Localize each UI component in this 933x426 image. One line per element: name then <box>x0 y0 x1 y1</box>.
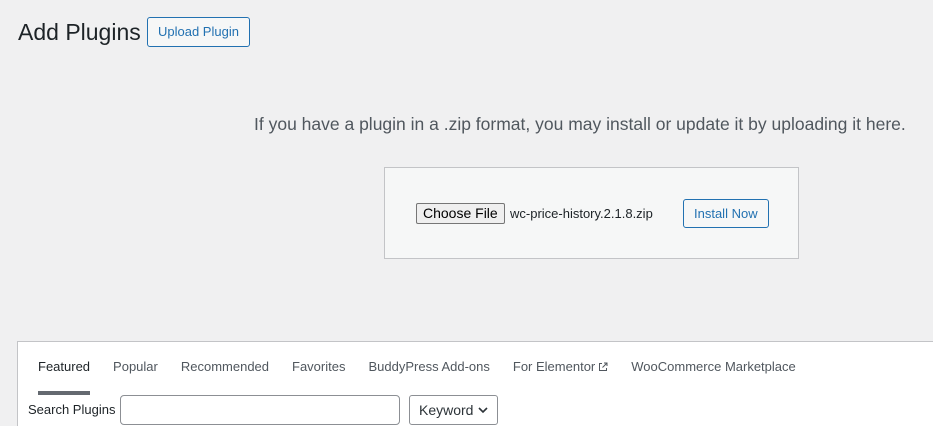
tab-featured[interactable]: Featured <box>38 342 91 395</box>
plugin-filter-bar: Featured Popular Recommended Favorites B… <box>17 341 933 426</box>
search-plugins-input[interactable] <box>120 395 400 425</box>
tab-favorites[interactable]: Favorites <box>292 342 345 395</box>
search-type-select[interactable]: Keyword <box>409 395 498 425</box>
chevron-down-icon <box>478 407 488 414</box>
page-title: Add Plugins <box>18 19 141 45</box>
tab-woocommerce-marketplace[interactable]: WooCommerce Marketplace <box>631 342 795 395</box>
choose-file-button[interactable]: Choose File <box>416 203 505 224</box>
tab-recommended[interactable]: Recommended <box>181 342 269 395</box>
upload-help-text: If you have a plugin in a .zip format, y… <box>254 114 906 134</box>
upload-plugin-button[interactable]: Upload Plugin <box>147 17 250 47</box>
external-link-icon <box>599 362 608 371</box>
search-plugins-label: Search Plugins <box>28 402 116 417</box>
search-type-selected: Keyword <box>419 402 474 418</box>
tab-buddypress-add-ons[interactable]: BuddyPress Add-ons <box>368 342 489 395</box>
selected-file-name: wc-price-history.2.1.8.zip <box>510 206 653 221</box>
add-plugins-page: Add Plugins Upload Plugin If you have a … <box>0 0 933 426</box>
tab-for-elementor-label: For Elementor <box>512 359 596 374</box>
plugin-filter-tabs: Featured Popular Recommended Favorites B… <box>18 342 819 395</box>
install-now-button[interactable]: Install Now <box>683 199 769 228</box>
upload-plugin-form: Choose File wc-price-history.2.1.8.zip I… <box>384 167 799 259</box>
tab-for-elementor[interactable]: For Elementor <box>513 342 608 395</box>
tab-popular[interactable]: Popular <box>113 342 158 395</box>
